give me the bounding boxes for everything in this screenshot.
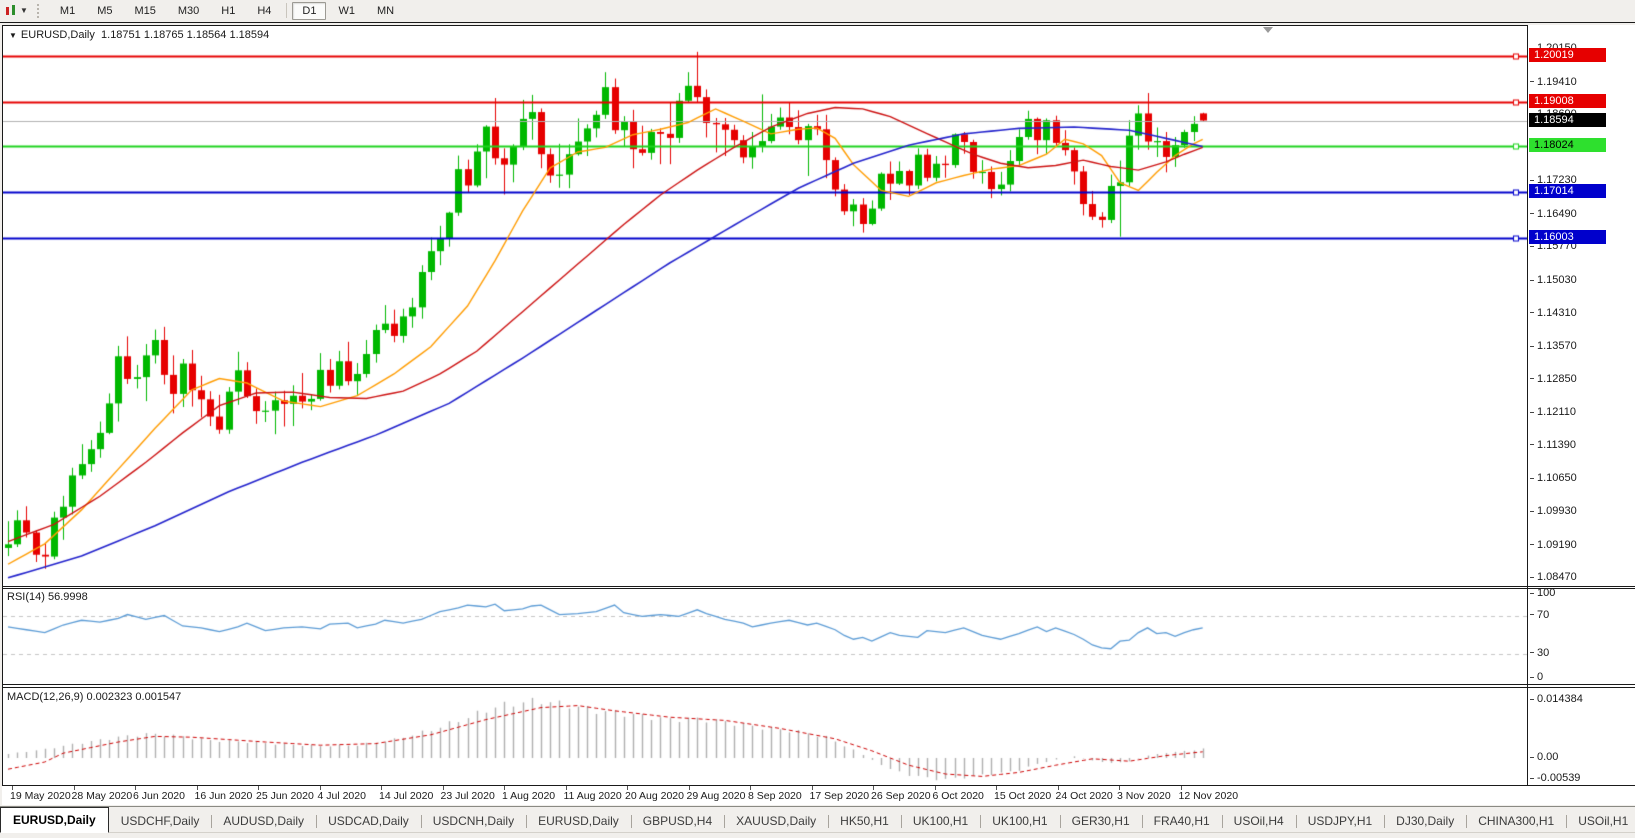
chart-tab-usdcad-daily[interactable]: USDCAD,Daily <box>316 810 421 833</box>
price-axis-tick: 1.08470 <box>1530 571 1577 583</box>
date-axis-label: 12 Nov 2020 <box>1179 790 1239 802</box>
collapse-triangle-icon[interactable]: ▼ <box>9 31 17 40</box>
chart-ohlc-values: 1.18751 1.18765 1.18564 1.18594 <box>101 29 269 41</box>
level-price-flag: 1.19008 <box>1529 94 1606 108</box>
chart-tab-eurusd-daily[interactable]: EURUSD,Daily <box>0 807 109 833</box>
price-axis-tick: 1.09190 <box>1530 539 1577 551</box>
date-axis-label: 20 Aug 2020 <box>625 790 684 802</box>
timeframe-button-w1[interactable]: W1 <box>328 2 365 20</box>
date-axis-label: 23 Jul 2020 <box>441 790 495 802</box>
date-axis-label: 17 Sep 2020 <box>810 790 870 802</box>
date-axis-label: 25 Jun 2020 <box>256 790 314 802</box>
chart-type-dropdown-arrow-icon[interactable]: ▼ <box>20 6 28 15</box>
chart-tab-usdcnh-daily[interactable]: USDCNH,Daily <box>421 810 526 833</box>
date-axis-label: 28 May 2020 <box>72 790 133 802</box>
toolbar-separator <box>286 3 287 18</box>
chart-tab-dj30-daily[interactable]: DJ30,Daily <box>1384 810 1466 833</box>
indicator-axis-tick: 70 <box>1530 609 1549 621</box>
chart-bottom-border <box>2 785 1635 786</box>
chart-tab-gbpusd-h4[interactable]: GBPUSD,H4 <box>631 810 724 833</box>
chart-tab-xauusd-daily[interactable]: XAUUSD,Daily <box>724 810 828 833</box>
date-axis-label: 26 Sep 2020 <box>871 790 931 802</box>
chart-tab-usdchf-daily[interactable]: USDCHF,Daily <box>109 810 212 833</box>
date-axis-label: 6 Oct 2020 <box>933 790 984 802</box>
date-axis-label: 14 Jul 2020 <box>379 790 433 802</box>
timeframe-button-m5[interactable]: M5 <box>87 2 122 20</box>
indicator-axis-tick: 30 <box>1530 647 1549 659</box>
chart-title: ▼ EURUSD,Daily 1.18751 1.18765 1.18564 1.… <box>9 29 269 41</box>
price-axis-tick: 1.15030 <box>1530 274 1577 286</box>
timeframe-toolbar: ▼ M1M5M15M30H1H4 D1W1MN <box>0 0 1635 21</box>
timeframe-button-m1[interactable]: M1 <box>50 2 85 20</box>
chart-tab-uk100-h1[interactable]: UK100,H1 <box>901 810 980 833</box>
chart-tab-uk100-h1[interactable]: UK100,H1 <box>980 810 1059 833</box>
pane-separator[interactable] <box>2 586 1635 587</box>
timeframe-button-h1[interactable]: H1 <box>211 2 245 20</box>
date-axis-label: 16 Jun 2020 <box>195 790 253 802</box>
indicator-axis-tick: -0.00539 <box>1530 772 1580 784</box>
chart-symbol-label: EURUSD,Daily <box>21 29 95 41</box>
price-axis-tick: 1.16490 <box>1530 208 1577 220</box>
date-axis-label: 15 Oct 2020 <box>994 790 1051 802</box>
price-axis-tick: 1.14310 <box>1530 307 1577 319</box>
chart-tab-hk50-h1[interactable]: HK50,H1 <box>828 810 901 833</box>
bid-price-flag: 1.18594 <box>1529 113 1606 127</box>
pane-separator[interactable] <box>2 684 1635 685</box>
price-axis-tick: 1.13570 <box>1530 340 1577 352</box>
price-axis[interactable]: 1.201501.194101.186901.179501.172301.164… <box>1528 25 1635 786</box>
date-axis-label: 29 Aug 2020 <box>687 790 746 802</box>
chart-tab-ger30-h1[interactable]: GER30,H1 <box>1060 810 1142 833</box>
chart-shift-marker-icon[interactable] <box>1263 27 1273 33</box>
price-axis-tick: 1.10650 <box>1530 472 1577 484</box>
timeframe-button-m15[interactable]: M15 <box>124 2 165 20</box>
timeframe-button-m30[interactable]: M30 <box>168 2 209 20</box>
chart-tab-fra40-h1[interactable]: FRA40,H1 <box>1142 810 1222 833</box>
date-axis-label: 19 May 2020 <box>10 790 71 802</box>
date-axis-label: 4 Jul 2020 <box>318 790 366 802</box>
chart-window-tabbar: EURUSD,DailyUSDCHF,DailyAUDUSD,DailyUSDC… <box>0 806 1635 833</box>
chart-tab-usdjpy-h1[interactable]: USDJPY,H1 <box>1296 810 1384 833</box>
pane-separator[interactable] <box>2 687 1635 688</box>
chart-tab-audusd-daily[interactable]: AUDUSD,Daily <box>211 810 316 833</box>
chart-pane-container <box>2 25 1528 786</box>
chart-tab-eurusd-daily[interactable]: EURUSD,Daily <box>526 810 631 833</box>
price-axis-tick: 1.12110 <box>1530 406 1576 418</box>
date-axis-label: 6 Jun 2020 <box>133 790 185 802</box>
indicator-axis-tick: 0.014384 <box>1530 693 1583 705</box>
status-bar <box>0 832 1635 838</box>
timeframe-button-h4[interactable]: H4 <box>247 2 281 20</box>
rsi-indicator-label: RSI(14) 56.9998 <box>7 591 88 603</box>
chart-type-icon[interactable] <box>4 5 18 17</box>
price-chart-canvas[interactable] <box>3 26 1527 785</box>
level-price-flag: 1.20019 <box>1529 48 1606 62</box>
timeframe-button-d1[interactable]: D1 <box>292 2 326 20</box>
date-axis-label: 8 Sep 2020 <box>748 790 802 802</box>
level-price-flag: 1.16003 <box>1529 230 1606 244</box>
date-axis-label: 11 Aug 2020 <box>564 790 622 802</box>
indicator-axis-tick: 0.00 <box>1530 751 1558 763</box>
date-axis[interactable]: 19 May 202028 May 20206 Jun 2020 16 Jun 2… <box>2 786 1635 805</box>
toolbar-grip-handle[interactable] <box>37 4 44 18</box>
chart-tab-china300-h1[interactable]: CHINA300,H1 <box>1466 810 1566 833</box>
price-axis-tick: 1.19410 <box>1530 76 1577 88</box>
date-axis-label: 1 Aug 2020 <box>502 790 555 802</box>
chart-window-top-border <box>0 22 1635 23</box>
mt4-application-window: ▼ M1M5M15M30H1H4 D1W1MN ▼ EURUSD,Daily 1.1… <box>0 0 1635 838</box>
timeframe-button-mn[interactable]: MN <box>367 2 404 20</box>
chart-tab-usoil-h1[interactable]: USOil,H1 <box>1566 810 1635 833</box>
pane-separator[interactable] <box>2 588 1635 589</box>
macd-indicator-label: MACD(12,26,9) 0.002323 0.001547 <box>7 691 181 703</box>
price-axis-tick: 1.09930 <box>1530 505 1577 517</box>
price-axis-tick: 1.11390 <box>1530 439 1576 451</box>
price-axis-tick: 1.12850 <box>1530 373 1577 385</box>
date-axis-label: 24 Oct 2020 <box>1056 790 1113 802</box>
chart-tab-usoil-h4[interactable]: USOil,H4 <box>1222 810 1296 833</box>
level-price-flag: 1.18024 <box>1529 138 1606 152</box>
date-axis-label: 3 Nov 2020 <box>1117 790 1171 802</box>
level-price-flag: 1.17014 <box>1529 184 1606 198</box>
indicator-axis-tick: 0 <box>1530 671 1543 683</box>
